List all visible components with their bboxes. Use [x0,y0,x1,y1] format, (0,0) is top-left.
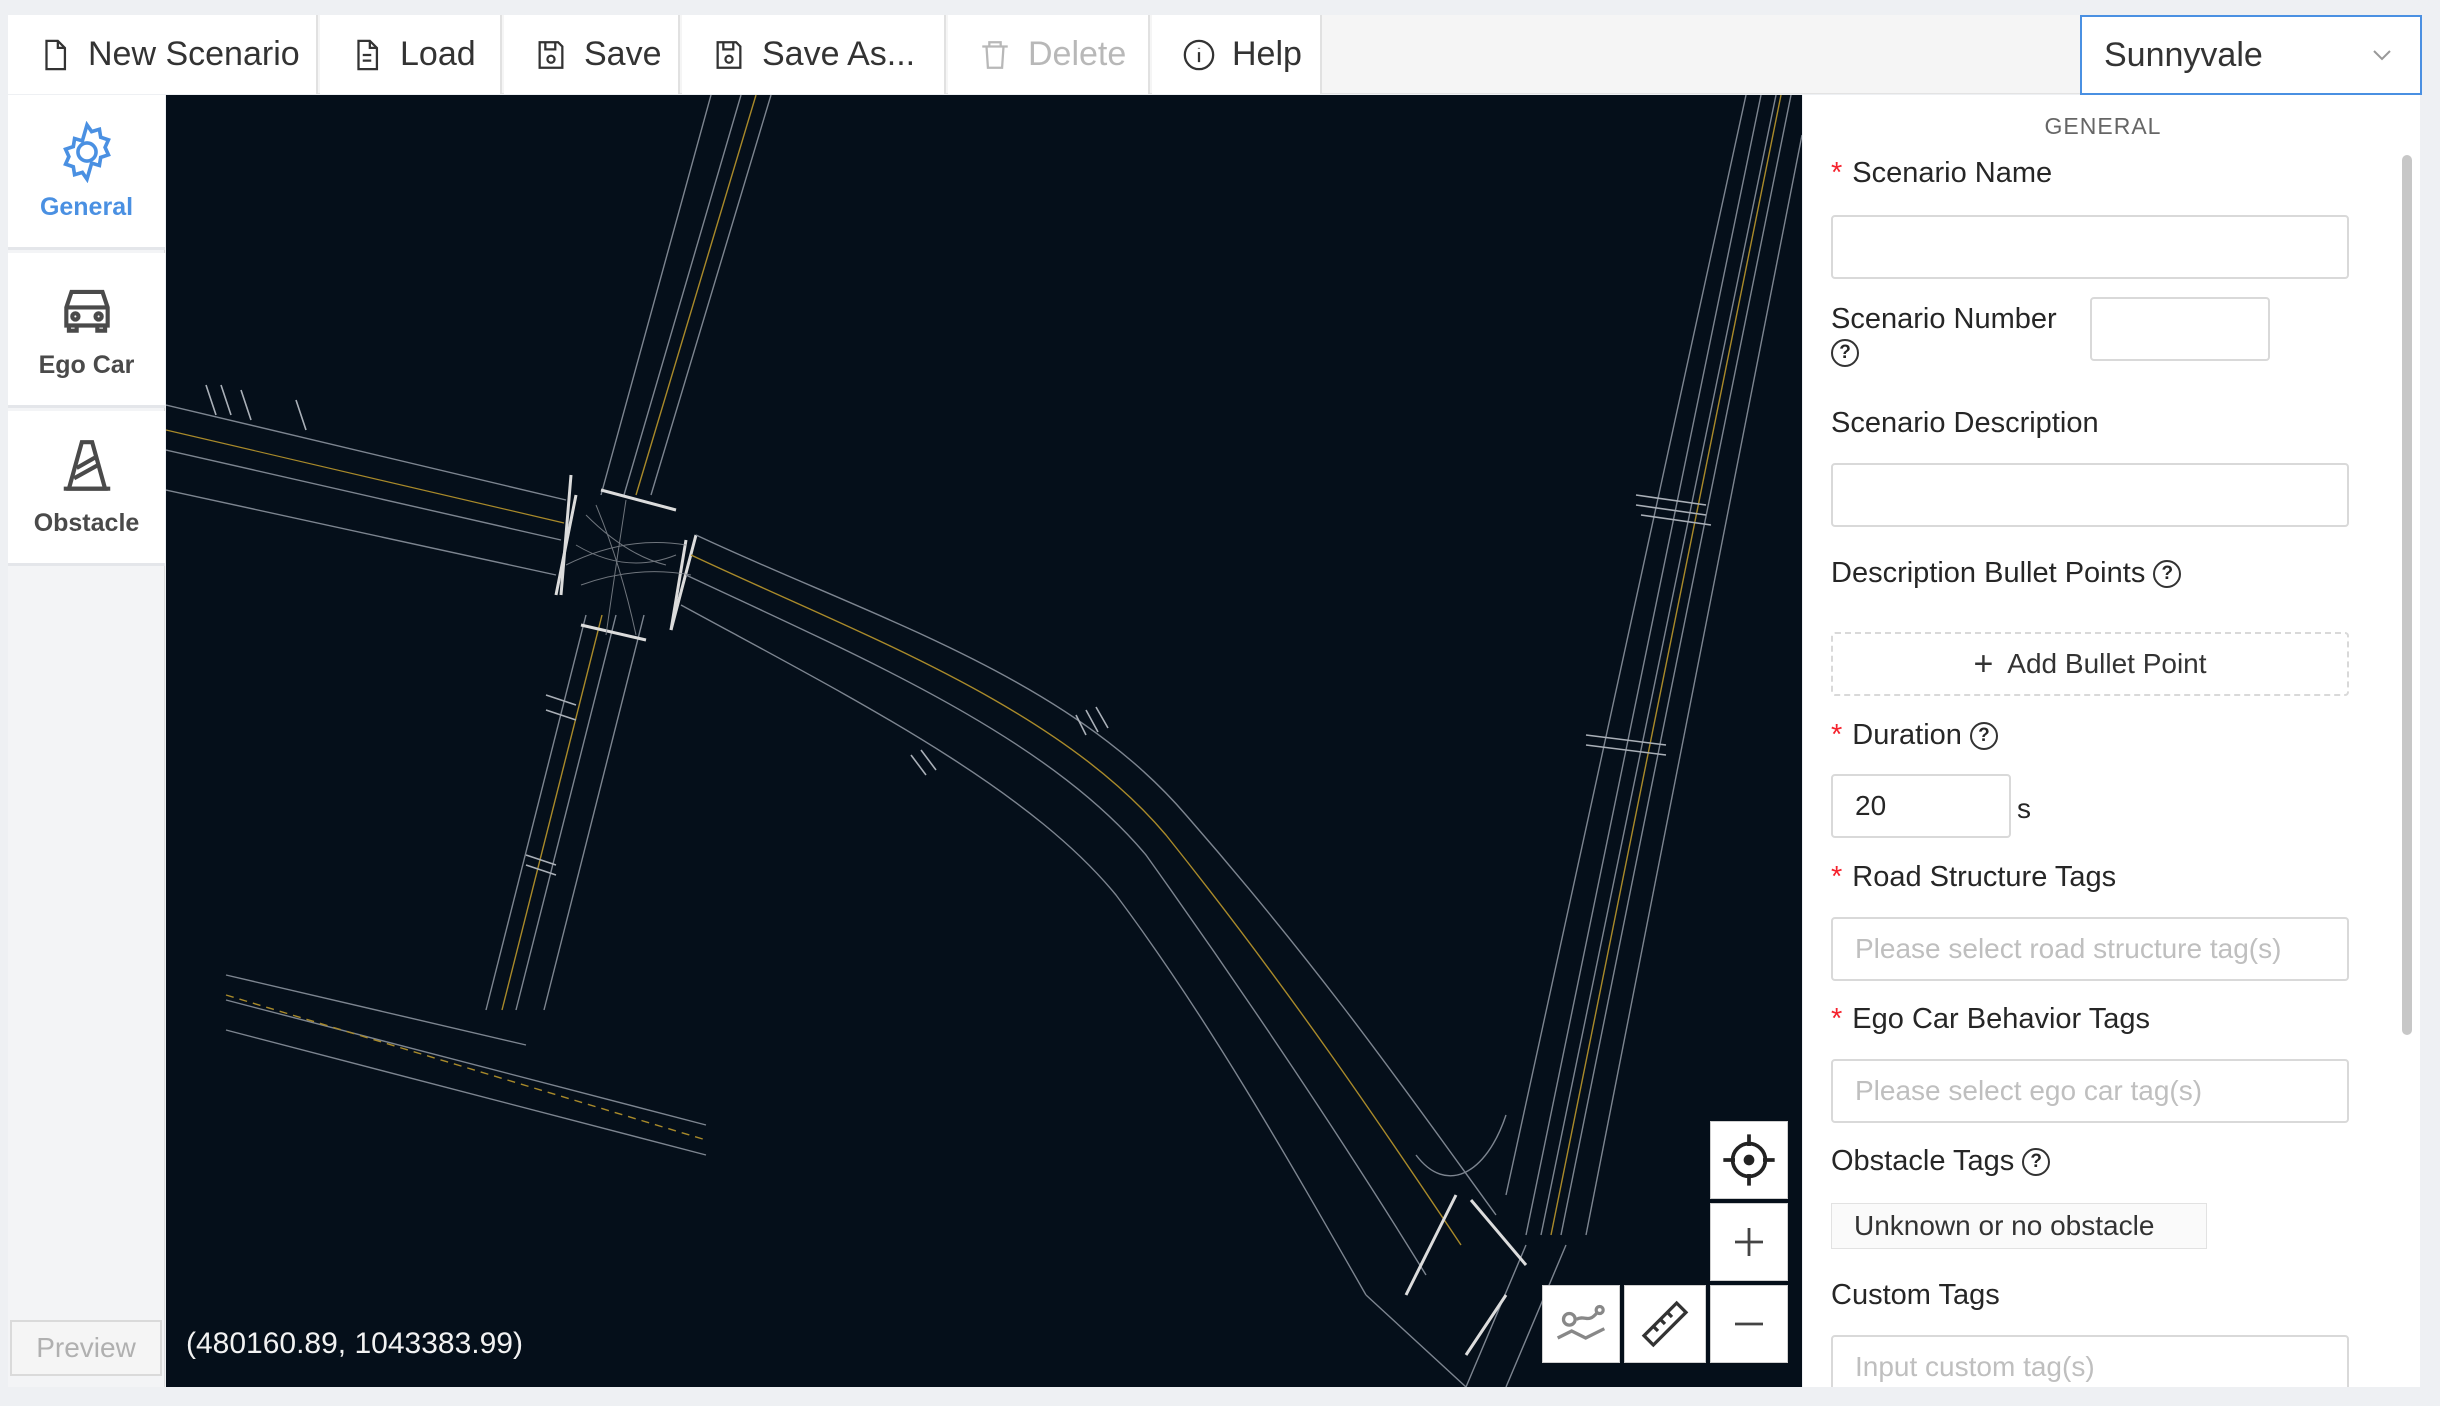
help-icon[interactable]: ? [2153,559,2182,588]
delete-label: Delete [1028,35,1127,73]
plus-icon: + [1973,644,1994,683]
custom-tags-input[interactable]: Input custom tag(s) [1831,1335,2349,1387]
road-structure-tags-label-text: Road Structure Tags [1852,861,2117,893]
minus-icon [1735,1322,1763,1326]
ruler-icon [1641,1300,1689,1348]
sidebar-item-general[interactable]: General [8,95,165,250]
sidebar-item-general-label: General [39,192,134,221]
trash-icon [982,40,1008,69]
save-button[interactable]: Save [504,15,680,94]
scenario-number-label: Scenario Number [1831,303,2057,335]
bullet-points-label: Description Bullet Points ? [1831,557,2182,590]
new-scenario-button[interactable]: New Scenario [8,15,318,94]
gear-icon [62,120,111,183]
save-icon [538,40,564,69]
scenario-description-label: Scenario Description [1831,407,2099,439]
city-select-value: Sunnyvale [2104,35,2263,74]
scenario-name-label-text: Scenario Name [1852,157,2053,189]
delete-button[interactable]: Delete [948,15,1150,94]
help-button[interactable]: Help [1152,15,1322,94]
road-network [166,95,1802,1387]
plus-icon [1735,1228,1763,1256]
sidebar-item-ego-car-label: Ego Car [38,350,135,379]
required-asterisk: * [1831,861,1843,893]
help-icon[interactable]: ? [1831,339,1859,367]
panel-scrollbar[interactable] [2402,155,2412,1035]
chevron-down-icon [2373,50,2391,61]
general-settings-panel: GENERAL * Scenario Name Scenario Number … [1803,95,2420,1387]
sidebar-item-ego-car[interactable]: Ego Car [8,253,165,408]
ego-car-behavior-tags-label-text: Ego Car Behavior Tags [1852,1003,2150,1035]
crosshair-icon [1723,1134,1775,1186]
custom-tags-label: Custom Tags [1831,1279,2000,1311]
scenario-name-input[interactable] [1831,215,2349,279]
map-canvas[interactable]: (480160.89, 1043383.99) [166,95,1802,1387]
city-select[interactable]: Sunnyvale [2080,15,2422,95]
ego-car-behavior-tags-select[interactable]: Please select ego car tag(s) [1831,1059,2349,1123]
add-bullet-point-button[interactable]: + Add Bullet Point [1831,632,2349,696]
bullet-points-label-text: Description Bullet Points [1831,557,2146,589]
file-icon [45,39,67,70]
help-label: Help [1232,35,1302,73]
save-as-label: Save As... [762,35,916,73]
toolbar: New Scenario Load Save Save As... Delete… [8,15,2420,94]
obstacle-tags-label: Obstacle Tags ? [1831,1145,2051,1178]
add-bullet-point-label: Add Bullet Point [2007,648,2207,679]
traffic-cone-icon [63,439,110,491]
ego-car-behavior-tags-label: * Ego Car Behavior Tags [1831,1003,2150,1036]
preview-button[interactable]: Preview [10,1320,162,1376]
route-map-icon [1556,1304,1606,1340]
help-icon[interactable]: ? [2022,1147,2051,1176]
sidebar-item-obstacle-label: Obstacle [33,508,140,537]
obstacle-tags-label-text: Obstacle Tags [1831,1145,2015,1177]
sidebar-item-obstacle[interactable]: Obstacle [8,411,165,566]
zoom-out-button[interactable] [1710,1285,1788,1363]
save-as-button[interactable]: Save As... [682,15,946,94]
left-sidebar: General Ego Car Obstacle [8,95,165,1387]
route-tool-button[interactable] [1542,1285,1620,1363]
save-icon [716,40,742,69]
scenario-name-label: * Scenario Name [1831,157,2052,190]
duration-label: * Duration ? [1831,719,1998,752]
required-asterisk: * [1831,719,1843,751]
scenario-description-textarea[interactable] [1831,463,2349,527]
file-text-icon [357,39,379,70]
measure-tool-button[interactable] [1624,1285,1706,1363]
obstacle-tag-selected[interactable]: Unknown or no obstacle [1831,1203,2207,1249]
road-structure-tags-select[interactable]: Please select road structure tag(s) [1831,917,2349,981]
save-label: Save [584,35,662,73]
new-scenario-label: New Scenario [88,35,300,73]
load-label: Load [400,35,476,73]
info-icon [1183,39,1215,70]
scenario-number-input[interactable] [2090,297,2270,361]
panel-title: GENERAL [2044,113,2162,139]
cursor-coordinates: (480160.89, 1043383.99) [186,1327,523,1360]
road-structure-tags-label: * Road Structure Tags [1831,861,2116,894]
load-button[interactable]: Load [320,15,502,94]
duration-label-text: Duration [1852,719,1962,751]
help-icon[interactable]: ? [1969,721,1998,750]
duration-input[interactable]: 20 [1831,774,2011,838]
required-asterisk: * [1831,1003,1843,1035]
duration-unit: s [2017,793,2031,824]
zoom-in-button[interactable] [1710,1203,1788,1281]
recenter-button[interactable] [1710,1121,1788,1199]
car-icon [63,289,110,333]
required-asterisk: * [1831,157,1843,189]
